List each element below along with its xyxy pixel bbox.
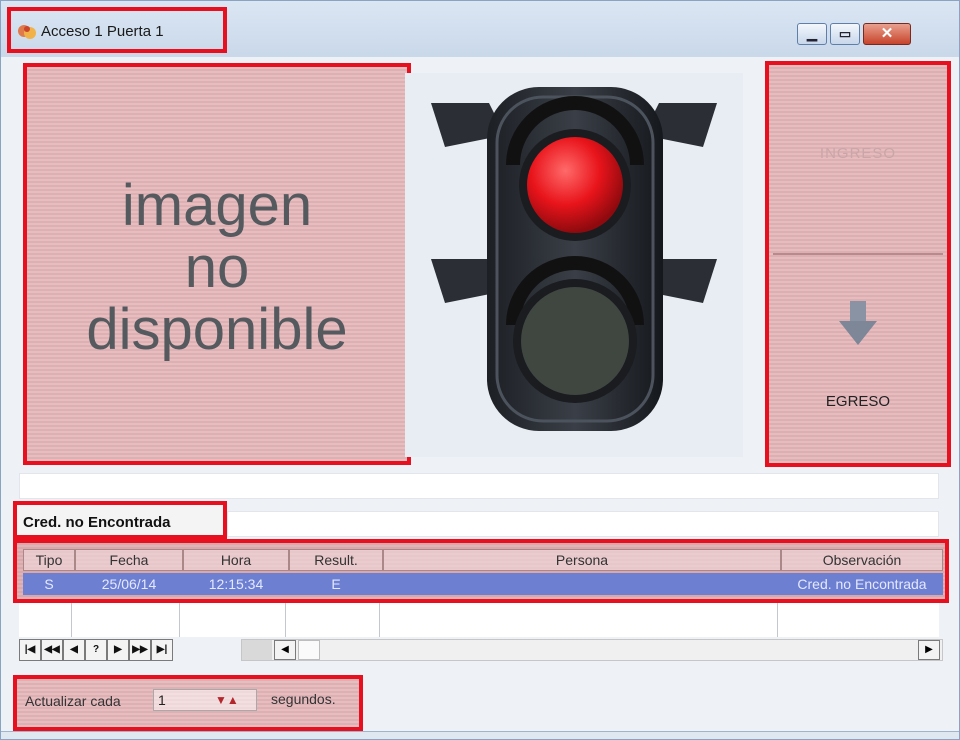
main-content: imagen no disponible INGRESO EGRESO (13, 61, 951, 467)
first-record-button[interactable]: |◀ (19, 639, 41, 661)
cell-persona (383, 573, 781, 595)
cell-tipo: S (44, 576, 54, 592)
person-photo: imagen no disponible (23, 63, 411, 465)
grid-divider (285, 603, 286, 637)
photo-placeholder-text: imagen no disponible (27, 175, 407, 361)
green-light (521, 287, 629, 395)
title-bar[interactable]: Acceso 1 Puerta 1 ▁ ▭ ✕ (1, 1, 959, 57)
maximize-button[interactable]: ▭ (830, 23, 860, 45)
traffic-light-icon (431, 87, 717, 431)
spin-arrows-icon[interactable]: ▼▲ (215, 693, 239, 707)
status-strip (227, 511, 939, 537)
record-navigator: |◀ ◀◀ ◀ ? ▶ ▶▶ ▶| (19, 639, 173, 661)
col-result[interactable]: Result. (289, 549, 383, 571)
egreso-label: EGRESO (825, 393, 891, 410)
grid-divider (179, 603, 180, 637)
maximize-icon: ▭ (838, 26, 852, 41)
red-light (527, 137, 623, 233)
window-bottom-border (1, 731, 959, 739)
main-window: Acceso 1 Puerta 1 ▁ ▭ ✕ imagen no dispon… (0, 0, 960, 740)
col-persona[interactable]: Persona (383, 549, 781, 571)
info-strip (19, 473, 939, 499)
cell-fecha: 25/06/14 (101, 576, 157, 592)
close-button[interactable]: ✕ (863, 23, 911, 45)
events-grid: Tipo Fecha Hora Result. Persona Observac… (13, 539, 949, 603)
prior-page-button[interactable]: ◀◀ (41, 639, 63, 661)
access-buttons-panel: INGRESO EGRESO (765, 61, 951, 467)
status-message-box: Cred. no Encontrada (13, 501, 227, 539)
grid-empty-area (19, 603, 939, 637)
cell-observacion: Cred. no Encontrada (797, 576, 927, 592)
table-row[interactable]: S 25/06/14 12:15:34 E Cred. no Encontrad… (23, 573, 943, 595)
scrollbar-thumb[interactable] (242, 640, 272, 660)
col-observacion[interactable]: Observación (781, 549, 943, 571)
photo-text-line2: no (184, 235, 250, 300)
traffic-light-panel (405, 73, 743, 457)
next-record-button[interactable]: ▶ (107, 639, 129, 661)
grid-divider (777, 603, 778, 637)
app-icon (18, 25, 36, 39)
prior-record-button[interactable]: ◀ (63, 639, 85, 661)
status-message: Cred. no Encontrada (23, 514, 171, 531)
minimize-icon: ▁ (807, 26, 817, 41)
grid-header: Tipo Fecha Hora Result. Persona Observac… (23, 549, 943, 571)
photo-text-line3: disponible (86, 297, 348, 362)
refresh-interval-input[interactable] (153, 689, 257, 711)
ingreso-label: INGRESO (819, 145, 897, 162)
window-title: Acceso 1 Puerta 1 (41, 23, 164, 40)
refresh-label: Actualizar cada (25, 693, 121, 709)
seconds-label: segundos. (271, 691, 336, 707)
col-hora[interactable]: Hora (183, 549, 289, 571)
egreso-button[interactable]: EGRESO (773, 259, 943, 459)
col-fecha[interactable]: Fecha (75, 549, 183, 571)
ingreso-button[interactable]: INGRESO (773, 69, 943, 255)
grid-divider (71, 603, 72, 637)
query-button[interactable]: ? (85, 639, 107, 661)
scroll-left-icon[interactable]: ◀ (274, 640, 296, 660)
next-page-button[interactable]: ▶▶ (129, 639, 151, 661)
grid-divider (379, 603, 380, 637)
scroll-right-icon[interactable]: ▶ (918, 640, 940, 660)
scrollbar-track[interactable] (298, 640, 320, 660)
cell-result: E (331, 576, 341, 592)
photo-text-line1: imagen (121, 173, 313, 238)
cell-hora: 12:15:34 (208, 576, 264, 592)
col-tipo[interactable]: Tipo (23, 549, 75, 571)
minimize-button[interactable]: ▁ (797, 23, 827, 45)
horizontal-scrollbar[interactable]: ◀ ▶ (241, 639, 943, 661)
last-record-button[interactable]: ▶| (151, 639, 173, 661)
close-icon: ✕ (880, 25, 894, 42)
arrow-down-icon (839, 301, 877, 345)
refresh-settings: Actualizar cada ▼▲ segundos. (13, 675, 363, 731)
